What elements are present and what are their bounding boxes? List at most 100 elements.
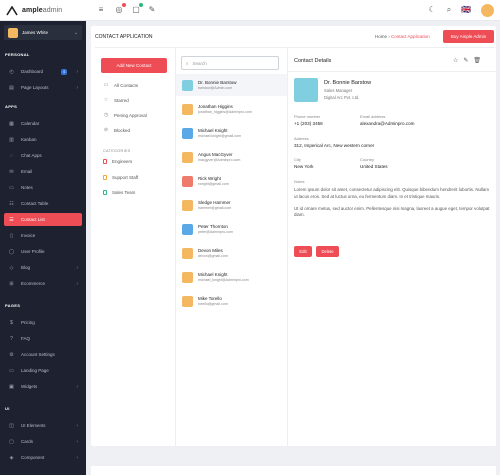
filter-starred[interactable]: ☆ Starred	[103, 97, 129, 103]
contact-row[interactable]: Michael Knight michael_knight@Adminpro.co…	[176, 266, 287, 288]
buy-button[interactable]: Buy Ample Admin	[443, 30, 494, 43]
contact-row[interactable]: Jonathan Higgins jonathan_higgins@Adminpr…	[176, 98, 287, 120]
details-divider	[288, 71, 496, 72]
sidebar-profile[interactable]: James White ⌄	[4, 25, 82, 40]
search-icon: ⌕	[186, 60, 189, 66]
filter-blocked[interactable]: ⊘ Blocked	[103, 127, 130, 133]
search-input[interactable]: ⌕ Search	[181, 56, 279, 70]
contact-row-name: Mike Torello	[198, 296, 222, 301]
contact-row[interactable]: Peter Thornton peter@Adminpro.com	[176, 218, 287, 240]
category-support[interactable]: Support Staff	[103, 175, 138, 180]
filter-all-contacts[interactable]: ▭ All Contacts	[103, 82, 138, 88]
brand-name: ampleadmin	[22, 7, 63, 14]
category-sales[interactable]: Sales Team	[103, 190, 135, 195]
brush-icon[interactable]: ✎	[147, 5, 157, 15]
search-placeholder: Search	[192, 60, 207, 66]
contact-row[interactable]: Michael Knight michael.knight@gmail.com	[176, 122, 287, 144]
contact-name: Dr. Bonnie Barstow	[324, 80, 372, 86]
phone-label: Phone number	[294, 114, 321, 119]
contact-row[interactable]: Angus MacGyver macgyver@Adminpro.com	[176, 146, 287, 168]
contact-row-email: rwright@gmail.com	[198, 182, 229, 186]
contact-row[interactable]: Mike Torello torello@gmail.com	[176, 290, 287, 312]
chevron-right-icon: ›	[76, 454, 78, 461]
sidebar-item-email[interactable]: ✉ Email	[4, 165, 82, 178]
contact-row[interactable]: Rick Wright rwright@gmail.com	[176, 170, 287, 192]
sidebar-item-blog[interactable]: ◇ Blog ›	[4, 261, 82, 274]
sidebar-item-calendar[interactable]: ▦ Calendar	[4, 117, 82, 130]
sidebar-item-invoice[interactable]: ▯ Invoice	[4, 229, 82, 242]
avatar	[182, 103, 193, 115]
user-avatar[interactable]	[481, 4, 494, 17]
edit-button[interactable]: Edit	[294, 246, 312, 257]
inbox-icon: ▭	[103, 82, 109, 88]
header-divider	[95, 47, 495, 48]
chevron-right-icon: ›	[76, 280, 78, 287]
avatar	[182, 175, 193, 187]
sidebar-item-pricing[interactable]: $ Pricing	[4, 316, 82, 329]
email-icon: ✉	[9, 168, 14, 175]
chevron-right-icon: ›	[76, 422, 78, 429]
section-personal: PERSONAL	[5, 52, 30, 57]
pricing-icon: $	[10, 319, 13, 326]
calendar-icon: ▦	[9, 120, 14, 127]
sidebar-item-faq[interactable]: ? FAQ	[4, 332, 82, 345]
cards-icon: ▢	[9, 438, 14, 445]
sidebar-item-cards[interactable]: ▢ Cards ›	[4, 435, 82, 448]
sidebar-item-page-layouts[interactable]: ▤ Page Layouts ›	[4, 81, 82, 94]
notes-label: Notes	[294, 179, 305, 184]
dashboard-icon: ◴	[9, 68, 14, 75]
sidebar-item-widgets[interactable]: ▣ Widgets ›	[4, 380, 82, 393]
contact-row-name: Sledge Hammer	[198, 200, 231, 205]
sidebar-item-dashboard[interactable]: ◴ Dashboard 6 ›	[4, 65, 82, 78]
brand[interactable]: ampleadmin	[0, 0, 86, 21]
flag-icon[interactable]: 🇬🇧	[461, 5, 471, 15]
contact-row[interactable]: Dr. Bonnie Barstow barstow@Admin.com	[176, 74, 287, 96]
ui-icon: ◫	[9, 422, 14, 429]
contact-row[interactable]: Sledge Hammer hammer@gmail.com	[176, 194, 287, 216]
filter-pending[interactable]: ◷ Pening Approval	[103, 112, 147, 118]
logo-icon	[6, 5, 18, 15]
sidebar-item-chat[interactable]: ◌ Chat Apps	[4, 149, 82, 162]
moon-icon[interactable]: ☾	[427, 5, 437, 15]
contact-row-name: Devon Miles	[198, 248, 223, 253]
sidebar-item-ecommerce[interactable]: ⊞ Ecommerce ›	[4, 277, 82, 290]
contact-row-name: Angus MacGyver	[198, 152, 233, 157]
categories-heading: CATEGORIES	[103, 149, 131, 153]
notification-icon[interactable]: ◎	[114, 3, 126, 15]
category-engineers[interactable]: Engineers	[103, 159, 132, 164]
sidebar-item-notes[interactable]: ▭ Notes	[4, 181, 82, 194]
contact-icon: ☰	[9, 216, 14, 223]
sidebar-item-account-settings[interactable]: ⚙ Account Settings	[4, 348, 82, 361]
search-icon[interactable]: ⌕	[444, 5, 454, 15]
delete-button[interactable]: Delete	[316, 246, 339, 257]
contact-row-email: michael.knight@gmail.com	[198, 134, 241, 138]
notes-icon: ▭	[9, 184, 14, 191]
contact-row-email: torello@gmail.com	[198, 302, 228, 306]
bookmark-icon	[103, 175, 107, 180]
trash-icon[interactable]: 🗑	[473, 57, 481, 64]
footer	[91, 466, 496, 475]
contact-role: Sales Manager	[324, 88, 353, 93]
menu-icon[interactable]: ≡	[96, 5, 106, 15]
sidebar-item-user-profile[interactable]: ◯ User Profile	[4, 245, 82, 258]
contact-row[interactable]: Devon Miles devon@gmail.com	[176, 242, 287, 264]
contact-row-name: Rick Wright	[198, 176, 221, 181]
edit-icon[interactable]: ✎	[463, 57, 468, 64]
sidebar-item-contact-table[interactable]: ☷ Contact Table	[4, 197, 82, 210]
contact-avatar	[294, 78, 318, 102]
breadcrumb-home[interactable]: Home	[375, 34, 387, 39]
avatar	[182, 223, 193, 235]
sidebar-item-ui-elements[interactable]: ◫ UI Elements ›	[4, 419, 82, 432]
chevron-right-icon: ›	[76, 383, 78, 390]
sidebar-item-component[interactable]: ◈ Component ›	[4, 451, 82, 464]
add-contact-button[interactable]: Add New Contact	[101, 58, 167, 73]
message-icon[interactable]: ▢	[131, 3, 143, 15]
layout-icon: ▤	[9, 84, 14, 91]
breadcrumb: Home › Contact Application	[375, 34, 430, 39]
sidebar-item-landing-page[interactable]: ▭ Landing Page	[4, 364, 82, 377]
contact-row-name: Michael Knight	[198, 272, 228, 277]
star-icon[interactable]: ☆	[453, 57, 458, 64]
sidebar-item-kanban[interactable]: ▥ Kanban	[4, 133, 82, 146]
sidebar-item-contact-list[interactable]: ☰ Contact List	[4, 213, 82, 226]
contact-row-email: jonathan_higgins@Adminpro.com	[198, 110, 252, 114]
